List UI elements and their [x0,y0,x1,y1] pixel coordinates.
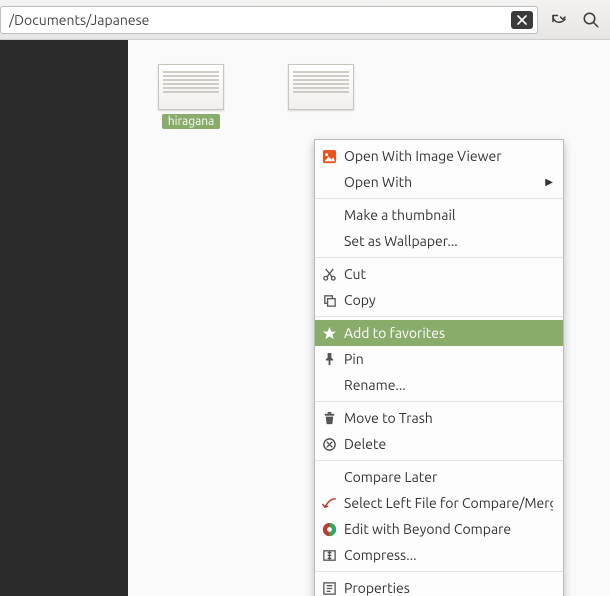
menu-separator [315,257,563,258]
properties-icon [321,580,337,596]
menu-cut[interactable]: Cut [315,261,563,287]
location-text: /Documents/Japanese [9,12,511,28]
select-left-icon [321,495,337,511]
image-viewer-icon [321,148,337,164]
location-input[interactable]: /Documents/Japanese [0,6,538,34]
menu-separator [315,198,563,199]
menu-label: Cut [344,266,553,282]
menu-label: Add to favorites [344,325,553,341]
menu-rename[interactable]: Rename... [315,372,563,398]
file-thumbnail [288,64,354,110]
beyond-compare-icon [321,521,337,537]
file-item[interactable] [278,64,364,127]
delete-icon [321,436,337,452]
main-pane: hiragana Open With Image Viewer Open Wit… [0,40,610,596]
menu-label: Compress... [344,547,553,563]
menu-label: Open With [344,174,538,190]
menu-label: Open With Image Viewer [344,148,553,164]
submenu-arrow-icon: ▶ [545,176,553,188]
menu-open-image-viewer[interactable]: Open With Image Viewer [315,143,563,169]
menu-separator [315,460,563,461]
copy-icon [321,292,337,308]
search-icon[interactable] [580,9,602,31]
file-item[interactable]: hiragana [148,64,234,132]
menu-label: Move to Trash [344,410,553,426]
menu-label: Edit with Beyond Compare [344,521,553,537]
clear-icon[interactable] [511,11,533,29]
star-icon [321,325,337,341]
cut-icon [321,266,337,282]
menu-move-trash[interactable]: Move to Trash [315,405,563,431]
menu-separator [315,401,563,402]
menu-label: Compare Later [344,469,553,485]
menu-properties[interactable]: Properties [315,575,563,596]
menu-add-favorites[interactable]: Add to favorites [315,320,563,346]
menu-compare-later[interactable]: Compare Later [315,464,563,490]
menu-open-with[interactable]: Open With ▶ [315,169,563,195]
menu-label: Make a thumbnail [344,207,553,223]
menu-label: Pin [344,351,553,367]
menu-compress[interactable]: Compress... [315,542,563,568]
menu-separator [315,571,563,572]
file-thumbnail [158,64,224,110]
toolbar: /Documents/Japanese [0,0,610,40]
menu-select-left[interactable]: Select Left File for Compare/Merge [315,490,563,516]
menu-make-thumbnail[interactable]: Make a thumbnail [315,202,563,228]
menu-separator [315,316,563,317]
menu-label: Properties [344,580,553,596]
menu-label: Select Left File for Compare/Merge [344,495,553,511]
menu-edit-beyond-compare[interactable]: Edit with Beyond Compare [315,516,563,542]
menu-label: Delete [344,436,553,452]
file-label: hiragana [162,114,221,129]
menu-delete[interactable]: Delete [315,431,563,457]
sidebar [0,40,128,596]
pin-icon [321,351,337,367]
menu-label: Copy [344,292,553,308]
menu-label: Set as Wallpaper... [344,233,553,249]
go-up-icon[interactable] [548,9,570,31]
menu-pin[interactable]: Pin [315,346,563,372]
file-view[interactable]: hiragana Open With Image Viewer Open Wit… [128,40,610,596]
menu-label: Rename... [344,377,553,393]
menu-copy[interactable]: Copy [315,287,563,313]
file-label [315,122,327,124]
trash-icon [321,410,337,426]
compress-icon [321,547,337,563]
context-menu: Open With Image Viewer Open With ▶ Make … [314,139,564,596]
menu-set-wallpaper[interactable]: Set as Wallpaper... [315,228,563,254]
